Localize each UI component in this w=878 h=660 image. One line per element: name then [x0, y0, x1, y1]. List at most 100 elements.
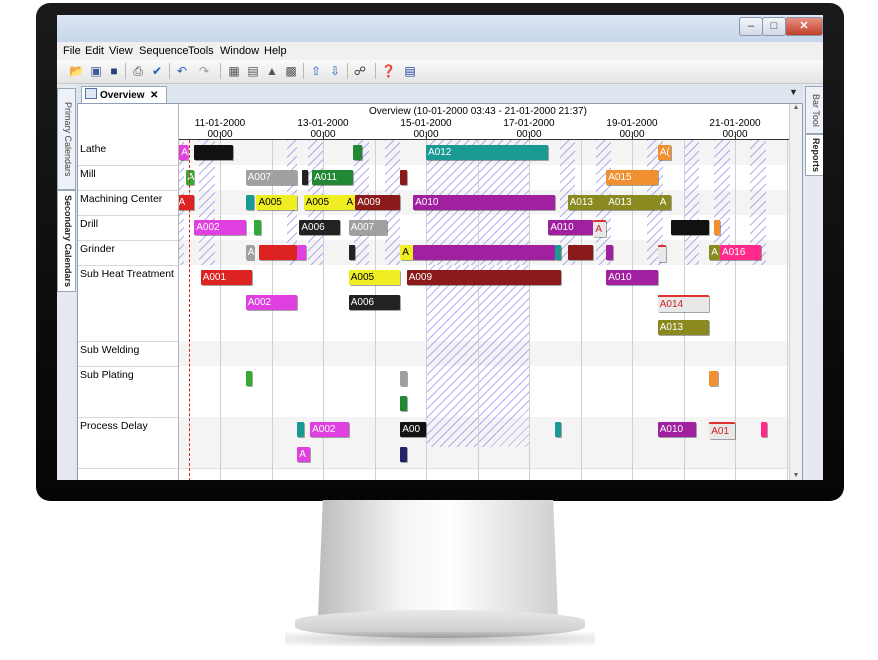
overview-icon [85, 88, 97, 99]
save-icon[interactable]: ■ [107, 64, 121, 78]
task-bar[interactable]: A01 [709, 422, 735, 439]
task-bar[interactable]: A015 [606, 170, 658, 185]
vertical-scrollbar[interactable]: ▲ ▼ [789, 104, 802, 480]
view3-icon[interactable]: ▩ [284, 64, 298, 78]
task-bar[interactable] [554, 245, 562, 260]
task-bar[interactable]: A001 [200, 270, 253, 285]
task-bar[interactable]: A005 [256, 195, 298, 210]
task-bar[interactable]: A010 [606, 270, 658, 285]
chart-icon[interactable]: ▲ [265, 64, 279, 78]
task-bar[interactable]: A010 [657, 422, 697, 437]
task-bar[interactable] [400, 447, 407, 462]
menu-view[interactable]: View [109, 45, 133, 57]
task-bar[interactable]: A [400, 245, 414, 260]
open-icon[interactable]: 📂 [69, 64, 84, 78]
tab-primary-calendars[interactable]: Primary Calendars [57, 88, 76, 190]
task-bar[interactable]: A [245, 245, 255, 260]
scroll-up-icon[interactable]: ▲ [790, 104, 802, 111]
menu-sequence[interactable]: Sequence [139, 45, 189, 57]
task-bar[interactable] [413, 245, 555, 260]
minimize-button[interactable]: – [739, 17, 763, 36]
print-icon[interactable]: ⎙ [131, 64, 145, 78]
task-bar[interactable]: A010 [548, 220, 594, 235]
row-label-separator [78, 190, 178, 191]
task-bar[interactable] [245, 195, 255, 210]
task-bar[interactable] [297, 245, 306, 260]
task-bar[interactable]: A010 [413, 195, 555, 210]
task-bar[interactable]: A005 [303, 195, 345, 210]
task-bar[interactable]: A013 [567, 195, 607, 210]
task-bar[interactable]: A [297, 447, 311, 462]
close-button[interactable]: ✕ [785, 17, 823, 36]
scroll-down-icon[interactable]: ▼ [790, 472, 802, 479]
gantt-timeline[interactable]: Overview (10-01-2000 03:43 - 21-01-2000 … [179, 104, 789, 480]
task-bar[interactable] [554, 422, 562, 437]
task-bar[interactable]: A014 [657, 295, 710, 312]
document-icon[interactable]: ▤ [403, 64, 417, 78]
task-bar[interactable]: A [179, 195, 195, 210]
task-bar[interactable] [400, 371, 407, 386]
document-dropdown-icon[interactable]: ▼ [789, 87, 798, 97]
task-bar[interactable]: A [593, 220, 607, 237]
task-bar[interactable] [297, 422, 304, 437]
menu-window[interactable]: Window [220, 45, 259, 57]
task-bar[interactable]: A007 [245, 170, 298, 185]
task-bar[interactable]: A005 [348, 270, 401, 285]
task-bar[interactable]: A006 [348, 295, 401, 310]
task-bar[interactable]: A( [657, 145, 671, 160]
view1-icon[interactable]: ▦ [227, 64, 241, 78]
task-bar[interactable]: A007 [348, 220, 388, 235]
task-bar[interactable] [348, 245, 356, 260]
task-bar[interactable]: A002 [194, 220, 246, 235]
task-bar[interactable]: A006 [299, 220, 341, 235]
task-bar[interactable] [713, 220, 720, 235]
task-bar[interactable] [400, 170, 407, 185]
undo-icon[interactable]: ↶ [175, 64, 189, 78]
task-bar[interactable] [606, 245, 613, 260]
task-bar[interactable]: A011 [312, 170, 354, 185]
task-bar[interactable] [301, 170, 308, 185]
task-bar[interactable]: A002 [310, 422, 349, 437]
task-bar[interactable] [709, 371, 718, 386]
task-bar[interactable] [353, 145, 362, 160]
task-bar[interactable] [254, 220, 261, 235]
tab-overview[interactable]: Overview ✕ [81, 86, 167, 104]
download-icon[interactable]: ⇩ [328, 64, 342, 78]
menu-file[interactable]: File [63, 45, 81, 57]
tab-bar-tool[interactable]: Bar Tool [805, 86, 823, 134]
task-bar[interactable]: A016 [719, 245, 761, 260]
save-as-icon[interactable]: ▣ [89, 64, 103, 78]
maximize-button[interactable]: □ [762, 17, 786, 36]
task-bar[interactable]: A [179, 145, 188, 160]
task-bar[interactable] [657, 245, 667, 262]
menu-tools[interactable]: Tools [188, 45, 214, 57]
task-bar[interactable]: A013 [657, 320, 710, 335]
tab-close-icon[interactable]: ✕ [150, 87, 158, 104]
menu-edit[interactable]: Edit [85, 45, 104, 57]
binoculars-icon[interactable]: ☍ [353, 64, 367, 78]
task-bar[interactable]: A002 [245, 295, 298, 310]
redo-icon[interactable]: ↷ [197, 64, 211, 78]
task-bar[interactable]: A009 [406, 270, 562, 285]
task-bar[interactable]: A [657, 195, 671, 210]
task-bar[interactable]: A [344, 195, 356, 210]
tab-reports[interactable]: Reports [805, 134, 823, 176]
task-bar[interactable] [400, 396, 407, 411]
task-bar[interactable] [567, 245, 594, 260]
view2-icon[interactable]: ▤ [246, 64, 260, 78]
tab-secondary-calendars[interactable]: Secondary Calendars [57, 190, 76, 292]
task-bar[interactable] [245, 371, 253, 386]
task-bar[interactable] [258, 245, 298, 260]
menu-help[interactable]: Help [264, 45, 287, 57]
task-bar[interactable] [760, 422, 768, 437]
task-bar[interactable]: A [709, 245, 720, 260]
upload-icon[interactable]: ⇧ [309, 64, 323, 78]
check-icon[interactable]: ✔ [150, 64, 164, 78]
task-bar[interactable] [194, 145, 233, 160]
task-bar[interactable]: A00 [400, 422, 426, 437]
task-bar[interactable]: A012 [426, 145, 549, 160]
task-bar[interactable] [670, 220, 710, 235]
task-bar[interactable]: A009 [355, 195, 401, 210]
task-bar[interactable]: A013 [606, 195, 658, 210]
help-icon[interactable]: ❓ [381, 64, 396, 78]
